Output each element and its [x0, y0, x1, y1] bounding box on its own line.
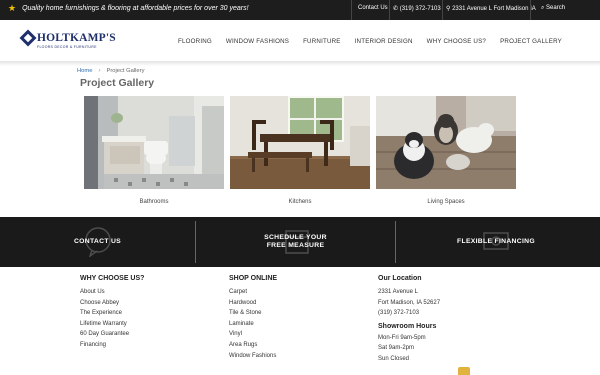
address-text: 2331 Avenue L Fort Madison IA [452, 6, 536, 12]
main-nav: FLOORING WINDOW FASHIONS FURNITURE INTER… [178, 38, 562, 45]
gallery-image-bathrooms[interactable] [84, 96, 224, 189]
gallery-label-kitchens[interactable]: Kitchens [230, 199, 370, 205]
footer-link-window-fashions[interactable]: Window Fashions [229, 351, 277, 362]
footer-address-line1: 2331 Avenue L [378, 289, 418, 295]
divider [530, 0, 531, 20]
footer-hours-weekday: Mon-Fri 9am-5pm [378, 334, 426, 341]
search-link[interactable]: ⌕ Search [541, 5, 565, 12]
divider [442, 0, 443, 20]
site-header: HOLTKAMP'S FLOORS DECOR & FURNITURE FLOO… [0, 20, 600, 62]
nav-flooring[interactable]: FLOORING [178, 38, 212, 45]
top-bar: ★ Quality home furnishings & flooring at… [0, 0, 600, 20]
footer-heading-shop: SHOP ONLINE [229, 275, 278, 282]
phone-text: (319) 372-7103 [399, 6, 441, 12]
footer-link-about-us[interactable]: About Us [80, 287, 144, 298]
cta-band: CONTACT US SCHEDULE YOUR FREE MEASURE FL… [0, 217, 600, 267]
footer-shop-online: SHOP ONLINE Carpet Hardwood Tile & Stone… [229, 275, 277, 361]
tagline-text: Quality home furnishings & flooring at a… [22, 5, 249, 12]
phone-icon: ✆ [393, 6, 399, 12]
footer-hours-saturday: Sat 9am-2pm [378, 345, 415, 352]
breadcrumb: Home › Project Gallery [77, 68, 144, 74]
gallery-label-bathrooms[interactable]: Bathrooms [84, 199, 224, 205]
nav-window-fashions[interactable]: WINDOW FASHIONS [226, 38, 289, 45]
tagline: ★ Quality home furnishings & flooring at… [8, 4, 249, 13]
footer-link-financing[interactable]: Financing [80, 340, 144, 351]
nav-project-gallery[interactable]: PROJECT GALLERY [500, 38, 562, 45]
header-shadow [0, 62, 600, 66]
logo-mark-icon [19, 29, 37, 47]
breadcrumb-home[interactable]: Home [77, 68, 92, 74]
logo-tagline: FLOORS DECOR & FURNITURE [37, 45, 97, 49]
gallery-label-living-spaces[interactable]: Living Spaces [376, 199, 516, 205]
footer-link-the-experience[interactable]: The Experience [80, 308, 144, 319]
footer-phone[interactable]: (319) 372-7103 [378, 308, 440, 319]
footer-hours-sunday: Sun Closed [378, 355, 410, 362]
breadcrumb-current: Project Gallery [106, 68, 145, 74]
footer-link-60-day-guarantee[interactable]: 60 Day Guarantee [80, 329, 144, 340]
footer-link-hardwood[interactable]: Hardwood [229, 298, 277, 309]
footer-link-choose-abbey[interactable]: Choose Abbey [80, 298, 144, 309]
footer-heading-location: Our Location [378, 275, 422, 282]
divider [351, 0, 352, 20]
contact-us-link[interactable]: Contact Us [358, 5, 388, 11]
nav-interior-design[interactable]: INTERIOR DESIGN [355, 38, 413, 45]
gallery-image-living-spaces[interactable] [376, 96, 516, 189]
search-icon: ⌕ [541, 5, 545, 11]
footer-address-line2: Fort Madison, IA 52627 [378, 299, 441, 306]
chevron-right-icon: › [98, 68, 101, 74]
footer-link-carpet[interactable]: Carpet [229, 287, 277, 298]
contact-us-cta[interactable]: CONTACT US [0, 217, 195, 267]
flexible-financing-cta[interactable]: FLEXIBLE FINANCING [396, 217, 596, 267]
nav-why-choose-us[interactable]: WHY CHOOSE US? [427, 38, 486, 45]
reviews-badge-icon[interactable] [458, 367, 470, 375]
footer-why-choose-us: WHY CHOOSE US? About Us Choose Abbey The… [80, 275, 144, 351]
footer-link-lifetime-warranty[interactable]: Lifetime Warranty [80, 319, 144, 330]
nav-furniture[interactable]: FURNITURE [303, 38, 341, 45]
logo[interactable]: HOLTKAMP'S FLOORS DECOR & FURNITURE [19, 29, 116, 49]
gallery-image-kitchens[interactable] [230, 96, 370, 189]
footer-location: Our Location 2331 Avenue L Fort Madison,… [378, 275, 440, 365]
footer-link-vinyl[interactable]: Vinyl [229, 329, 277, 340]
search-label: Search [546, 5, 566, 11]
logo-name: HOLTKAMP'S [37, 32, 116, 44]
footer-link-tile-stone[interactable]: Tile & Stone [229, 308, 277, 319]
address-link[interactable]: ⚲ 2331 Avenue L Fort Madison IA [446, 5, 536, 12]
schedule-measure-cta[interactable]: SCHEDULE YOUR FREE MEASURE [196, 217, 395, 267]
map-pin-icon: ⚲ [446, 6, 451, 12]
footer-heading-hours: Showroom Hours [378, 322, 437, 330]
footer-heading-why: WHY CHOOSE US? [80, 275, 145, 282]
star-icon: ★ [8, 3, 17, 13]
footer-link-area-rugs[interactable]: Area Rugs [229, 340, 277, 351]
footer-link-laminate[interactable]: Laminate [229, 319, 277, 330]
phone-link[interactable]: ✆ (319) 372-7103 [393, 5, 441, 12]
divider [389, 0, 390, 20]
page-title: Project Gallery [80, 77, 155, 89]
